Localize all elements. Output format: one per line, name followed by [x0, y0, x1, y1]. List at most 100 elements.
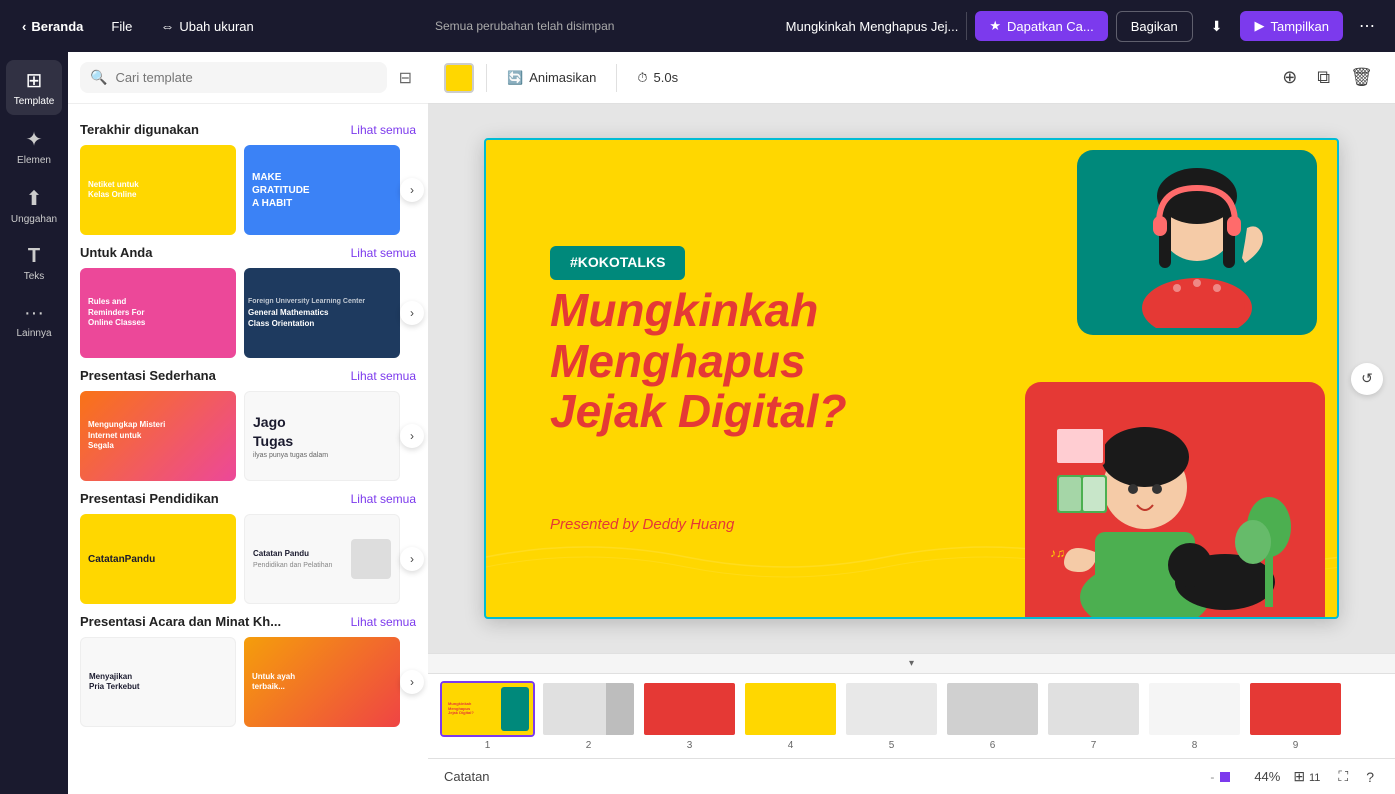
- sidebar-item-template[interactable]: ⊞ Template: [6, 60, 62, 115]
- sidebar-item-unggahan[interactable]: ⬆ Unggahan: [6, 178, 62, 233]
- film-slide-8[interactable]: 8: [1147, 681, 1242, 751]
- divider-2: [616, 64, 617, 92]
- fullscreen-icon: ⛶: [1338, 768, 1348, 784]
- sidebar-item-lainnya[interactable]: ··· Lainnya: [6, 294, 62, 347]
- section-header-pendidikan: Presentasi Pendidikan Lihat semua: [80, 491, 416, 506]
- more-button[interactable]: ⋯: [1351, 9, 1383, 43]
- film-thumb-9: [1248, 681, 1343, 737]
- duration-label: 5.0s: [654, 70, 679, 85]
- illustration-bottom-right: ♪♫: [1025, 382, 1325, 617]
- film-slide-1[interactable]: MungkinkahMenghapusJejak Digital? 1: [440, 681, 535, 751]
- upload-icon: ⬆: [26, 186, 43, 211]
- section-header-terakhir: Terakhir digunakan Lihat semua: [80, 122, 416, 137]
- dapatkan-button[interactable]: ★ Dapatkan Ca...: [975, 11, 1107, 41]
- film-slide-7[interactable]: 7: [1046, 681, 1141, 751]
- film-slide-9[interactable]: 9: [1248, 681, 1343, 751]
- illustration-top-right: [1077, 150, 1317, 335]
- section-header-acara: Presentasi Acara dan Minat Kh... Lihat s…: [80, 614, 416, 629]
- zoom-indicator: [1220, 772, 1230, 782]
- left-sidebar: ⊞ Template ✦ Elemen ⬆ Unggahan T Teks ··…: [0, 52, 68, 794]
- untukanda-next-button[interactable]: ›: [400, 301, 424, 325]
- add-icon: ⊕: [1282, 67, 1297, 87]
- film-slide-2[interactable]: 2: [541, 681, 636, 751]
- film-number-5: 5: [889, 740, 895, 751]
- delete-slide-button[interactable]: 🗑: [1344, 63, 1379, 92]
- tampilkan-button[interactable]: ▶ Tampilkan: [1240, 11, 1343, 41]
- section-title-pendidikan: Presentasi Pendidikan: [80, 491, 219, 506]
- help-button[interactable]: ?: [1361, 766, 1379, 788]
- template-thumb-10[interactable]: Untuk ayah terbaik...: [244, 637, 400, 727]
- bagikan-button[interactable]: Bagikan: [1116, 11, 1193, 42]
- download-icon: ⬇: [1211, 18, 1223, 34]
- filmstrip-toggle[interactable]: ▾: [428, 654, 1395, 674]
- animate-icon: 🔄: [507, 70, 523, 86]
- help-icon: ?: [1366, 769, 1374, 785]
- film-number-4: 4: [788, 740, 794, 751]
- elements-icon: ✦: [26, 127, 43, 152]
- film-slide-4[interactable]: 4: [743, 681, 838, 751]
- template-row-untukanda: Rules and Reminders For Online Classes F…: [80, 268, 416, 358]
- template-thumb-4[interactable]: Foreign University Learning Center Gener…: [244, 268, 400, 358]
- fullscreen-button[interactable]: ⛶: [1333, 765, 1353, 788]
- dapatkan-label: Dapatkan Ca...: [1007, 19, 1094, 34]
- sidebar-item-teks[interactable]: T Teks: [6, 237, 62, 290]
- template-thumb-8[interactable]: Catatan Pandu Pendidikan dan Pelatihan: [244, 514, 400, 604]
- redo-canvas-button[interactable]: ↺: [1351, 363, 1383, 395]
- see-all-sederhana[interactable]: Lihat semua: [351, 369, 416, 383]
- template-thumb-2[interactable]: MAKE GRATITUDE A HABIT: [244, 145, 400, 235]
- slide-subtitle: Presented by Deddy Huang: [550, 516, 734, 533]
- see-all-acara[interactable]: Lihat semua: [351, 615, 416, 629]
- ubah-ukuran-button[interactable]: ⇔ Ubah ukuran: [150, 12, 263, 40]
- slide-title: Mungkinkah Menghapus Jejak Digital?: [550, 285, 847, 437]
- zoom-percentage: 44%: [1240, 769, 1280, 784]
- zoom-slider-wrap: -: [1210, 770, 1232, 784]
- film-number-8: 8: [1192, 740, 1198, 751]
- search-bar: 🔍 ⊟: [68, 52, 428, 104]
- pendidikan-next-button[interactable]: ›: [400, 547, 424, 571]
- file-label: File: [111, 19, 132, 34]
- star-icon: ★: [989, 18, 1001, 34]
- search-input[interactable]: [115, 70, 376, 85]
- film-slide-3[interactable]: 3: [642, 681, 737, 751]
- color-swatch[interactable]: [444, 63, 474, 93]
- see-all-untukanda[interactable]: Lihat semua: [351, 246, 416, 260]
- film-slide-5[interactable]: 5: [844, 681, 939, 751]
- film-thumb-7: [1046, 681, 1141, 737]
- template-thumb-7[interactable]: CatatanPandu: [80, 514, 236, 604]
- filter-button[interactable]: ⊟: [395, 64, 416, 92]
- sederhana-next-button[interactable]: ›: [400, 424, 424, 448]
- template-thumb-5[interactable]: Mengungkap Misteri Internet untuk Segala: [80, 391, 236, 481]
- add-slide-button[interactable]: ⊕: [1276, 63, 1303, 92]
- sidebar-item-elemen[interactable]: ✦ Elemen: [6, 119, 62, 174]
- see-all-pendidikan[interactable]: Lihat semua: [351, 492, 416, 506]
- template-thumb-6[interactable]: Jago Tugas ilyas punya tugas dalam: [244, 391, 400, 481]
- film-number-9: 9: [1293, 740, 1299, 751]
- canvas-undo-redo: ↺: [1351, 363, 1383, 395]
- slide-canvas[interactable]: #KOKOTALKS Mungkinkah Menghapus Jejak Di…: [484, 138, 1339, 619]
- template-thumb-9[interactable]: Menyajikan Pria Terkebut: [80, 637, 236, 727]
- see-all-terakhir[interactable]: Lihat semua: [351, 123, 416, 137]
- film-thumb-6: [945, 681, 1040, 737]
- download-button[interactable]: ⬇: [1201, 11, 1233, 42]
- terakhir-next-button[interactable]: ›: [400, 178, 424, 202]
- present-icon: ▶: [1254, 18, 1264, 34]
- text-icon: T: [28, 245, 40, 268]
- template-thumb-1[interactable]: Netiket untuk Kelas Online: [80, 145, 236, 235]
- acara-next-button[interactable]: ›: [400, 670, 424, 694]
- film-slide-6[interactable]: 6: [945, 681, 1040, 751]
- notes-label: Catatan: [444, 769, 490, 784]
- tampilkan-label: Tampilkan: [1270, 19, 1329, 34]
- copy-slide-button[interactable]: ⧉: [1311, 63, 1336, 92]
- section-header-sederhana: Presentasi Sederhana Lihat semua: [80, 368, 416, 383]
- film-thumb-2: [541, 681, 636, 737]
- file-button[interactable]: File: [101, 13, 142, 40]
- animate-button[interactable]: 🔄 Animasikan: [499, 65, 604, 91]
- section-title-terakhir: Terakhir digunakan: [80, 122, 199, 137]
- zoom-controls: - 44% ⊞ 11 ⛶ ?: [1210, 765, 1379, 788]
- beranda-button[interactable]: ‹ Beranda: [12, 13, 93, 40]
- template-thumb-3[interactable]: Rules and Reminders For Online Classes: [80, 268, 236, 358]
- section-title-untukanda: Untuk Anda: [80, 245, 152, 260]
- film-number-7: 7: [1091, 740, 1097, 751]
- duration-button[interactable]: ⏱ 5.0s: [629, 65, 686, 91]
- grid-button[interactable]: ⊞ 11: [1288, 765, 1325, 788]
